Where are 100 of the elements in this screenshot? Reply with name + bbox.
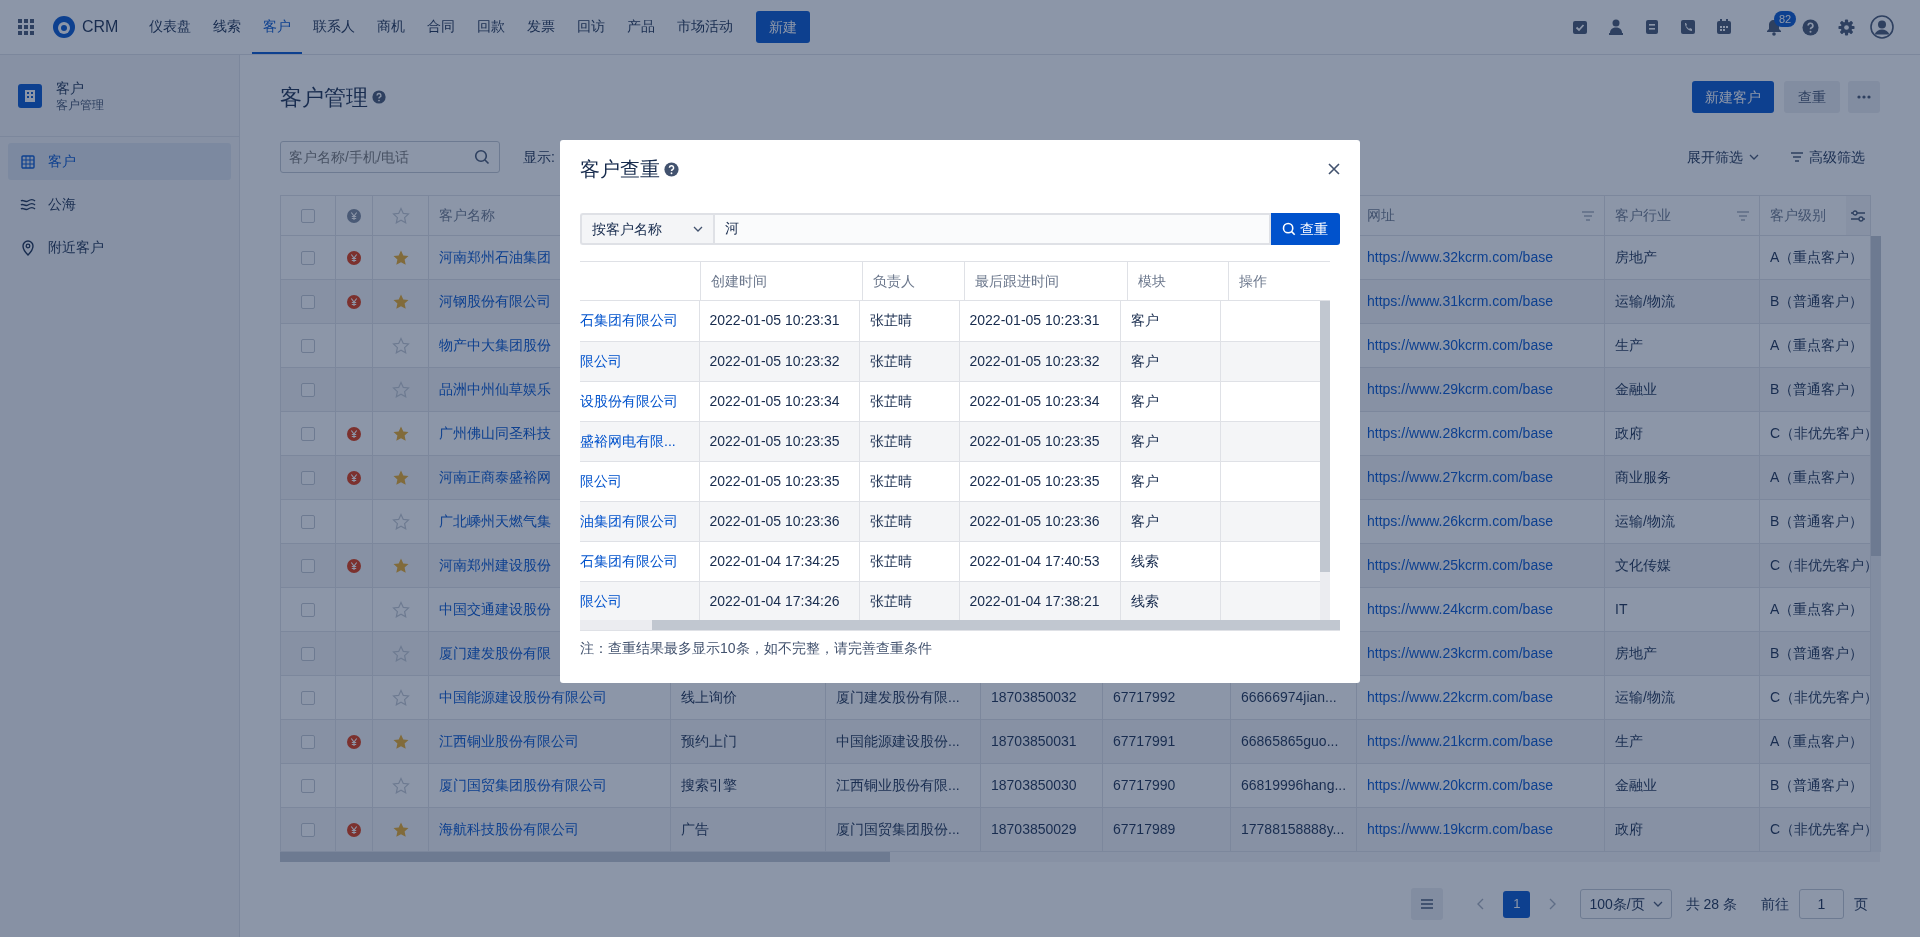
row-checkbox[interactable]	[301, 383, 315, 398]
column-header: 模块	[1137, 272, 1166, 289]
row-checkbox[interactable]	[301, 735, 315, 750]
new-customer-button[interactable]: 新建客户	[1692, 81, 1774, 113]
more-icon	[1857, 95, 1871, 99]
sidebar-item[interactable]: 附近客户	[8, 229, 231, 266]
nav-tab[interactable]: 回访	[566, 0, 617, 54]
list-view-button[interactable]	[1411, 888, 1444, 920]
row-checkbox[interactable]	[301, 603, 315, 618]
customer-link[interactable]: 石集团有限公司	[580, 312, 678, 329]
table-cell: 2022-01-04 17:34:25	[699, 541, 859, 581]
close-icon[interactable]	[1328, 163, 1340, 175]
search-type-select[interactable]: 按客户名称	[580, 213, 713, 245]
apps-icon[interactable]	[18, 19, 34, 35]
scrollbar[interactable]	[1871, 236, 1881, 852]
header-checkbox[interactable]	[301, 209, 315, 224]
person-icon[interactable]	[1607, 18, 1625, 36]
row-checkbox[interactable]	[301, 251, 315, 266]
table-cell: B（普通客户）	[1759, 367, 1871, 412]
column-header: 创建时间	[711, 272, 768, 289]
goto-page-field[interactable]: 1	[1799, 889, 1844, 919]
customer-link[interactable]: 中国交通建设股份	[439, 601, 551, 617]
star-outline-icon[interactable]	[391, 600, 410, 619]
task-icon[interactable]	[1571, 18, 1589, 36]
previous-page-icon[interactable]	[1477, 898, 1486, 910]
table-cell: 预约上门	[670, 719, 826, 764]
nav-tab[interactable]: 线索	[202, 0, 253, 54]
search-field[interactable]: 客户名称/手机/电话	[280, 141, 500, 173]
star-outline-icon[interactable]	[391, 688, 410, 707]
nav-tab[interactable]: 回款	[466, 0, 517, 54]
column-settings-button[interactable]	[1846, 196, 1870, 235]
row-checkbox[interactable]	[301, 427, 315, 442]
star-outline-icon[interactable]	[391, 380, 410, 399]
nav-tab[interactable]: 市场活动	[666, 0, 745, 54]
customer-link[interactable]: 石集团有限公司	[580, 552, 678, 569]
query-field[interactable]: 河	[713, 213, 1271, 245]
search-button[interactable]: 查重	[1271, 213, 1340, 245]
next-page-icon[interactable]	[1548, 898, 1557, 910]
customer-link[interactable]: 限公司	[580, 352, 622, 369]
document-icon[interactable]	[1643, 18, 1661, 36]
new-button[interactable]: 新建	[756, 11, 811, 43]
customer-link[interactable]: 河南正商泰盛裕网	[439, 469, 551, 485]
nav-tab[interactable]: 仪表盘	[138, 0, 203, 54]
customer-link[interactable]: 厦门建发股份有限	[439, 645, 551, 661]
star-outline-icon[interactable]	[391, 206, 410, 225]
dedupe-button[interactable]: 查重	[1784, 81, 1840, 113]
row-checkbox[interactable]	[301, 339, 315, 354]
scrollbar[interactable]	[280, 852, 1880, 862]
customer-link[interactable]: 广北嵊州天燃气集	[439, 513, 551, 529]
page-button[interactable]: 1	[1503, 890, 1531, 918]
nav-tab[interactable]: 联系人	[302, 0, 367, 54]
table-cell: A（重点客户）	[1759, 587, 1871, 632]
customer-link[interactable]: 限公司	[580, 472, 622, 489]
row-checkbox[interactable]	[301, 691, 315, 706]
help-icon[interactable]	[664, 161, 679, 177]
row-checkbox[interactable]	[301, 295, 315, 310]
table-cell: C（非优先客户）	[1759, 675, 1871, 720]
customer-link[interactable]: 设股份有限公司	[580, 392, 678, 409]
filter-icon[interactable]	[1582, 210, 1594, 221]
expand-filter-button[interactable]: 展开筛选	[1687, 146, 1759, 168]
row-checkbox[interactable]	[301, 779, 315, 794]
logo-icon	[52, 15, 76, 39]
customer-link[interactable]: 河钢股份有限公司	[439, 293, 551, 309]
help-icon[interactable]	[1801, 18, 1819, 36]
help-icon[interactable]	[372, 90, 386, 104]
nav-tab[interactable]: 发票	[516, 0, 567, 54]
star-outline-icon[interactable]	[391, 512, 410, 531]
filter-icon[interactable]	[1737, 210, 1749, 221]
row-checkbox[interactable]	[301, 647, 315, 662]
star-outline-icon[interactable]	[391, 644, 410, 663]
nav-tab[interactable]: 合同	[416, 0, 467, 54]
row-checkbox[interactable]	[301, 471, 315, 486]
nav-tab[interactable]: 产品	[616, 0, 667, 54]
row-checkbox[interactable]	[301, 515, 315, 530]
sidebar-item[interactable]: 公海	[8, 186, 231, 223]
table-cell: 18703850030	[980, 763, 1103, 808]
star-outline-icon[interactable]	[391, 776, 410, 795]
row-checkbox[interactable]	[301, 823, 315, 838]
customer-link[interactable]: 物产中大集团股份	[439, 337, 551, 353]
customer-link[interactable]: 河南郑州建设股份	[439, 557, 551, 573]
filter-icon	[1791, 152, 1803, 162]
nav-tab[interactable]: 客户	[252, 0, 303, 54]
calendar-icon[interactable]	[1715, 18, 1733, 36]
customer-link[interactable]: 河南郑州石油集团	[439, 249, 551, 265]
more-button[interactable]	[1848, 81, 1880, 113]
settings-icon[interactable]	[1837, 18, 1855, 36]
avatar-icon[interactable]	[1870, 15, 1894, 39]
customer-link[interactable]: 限公司	[580, 592, 622, 609]
page-size-select[interactable]: 100条/页	[1580, 889, 1672, 919]
nav-tab[interactable]: 商机	[366, 0, 417, 54]
advanced-filter-button[interactable]: 高级筛选	[1791, 146, 1865, 168]
table-cell: 67717989	[1102, 807, 1231, 852]
sidebar-item[interactable]: 客户	[8, 143, 231, 180]
star-outline-icon[interactable]	[391, 336, 410, 355]
scrollbar[interactable]	[580, 620, 1340, 630]
row-checkbox[interactable]	[301, 559, 315, 574]
phone-icon[interactable]	[1679, 18, 1697, 36]
customer-link[interactable]: 广州佛山同圣科技	[439, 425, 551, 441]
customer-link[interactable]: 品洲中州仙草娱乐	[439, 381, 551, 397]
table-cell: 金融业	[1604, 367, 1760, 412]
